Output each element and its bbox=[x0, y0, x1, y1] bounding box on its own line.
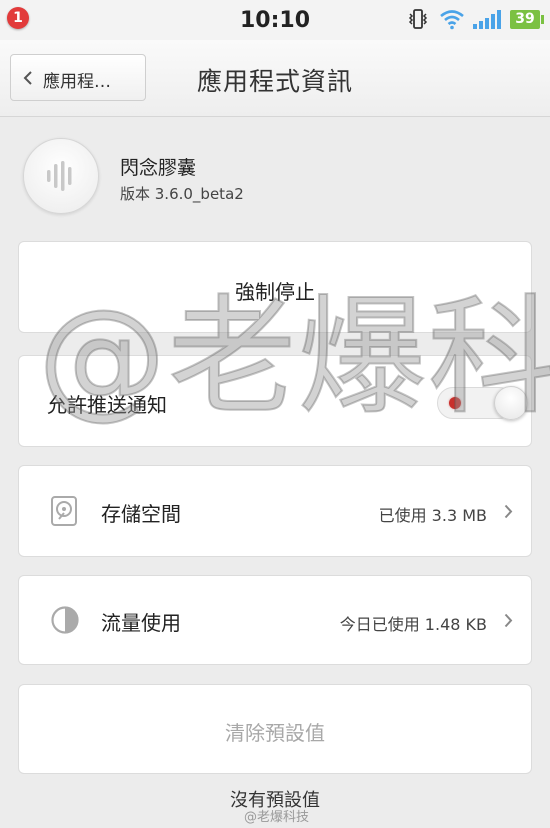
watermark-small: @老爆科技 bbox=[244, 810, 310, 825]
data-usage-row[interactable]: 流量使用 今日已使用 1.48 KB bbox=[18, 575, 532, 665]
storage-value: 已使用 3.3 MB bbox=[378, 506, 487, 525]
signal-icon bbox=[473, 10, 501, 29]
status-clock: 10:10 bbox=[239, 8, 311, 33]
vibrate-icon bbox=[408, 9, 428, 29]
data-usage-value: 今日已使用 1.48 KB bbox=[339, 615, 487, 634]
app-version: 版本 3.6.0_beta2 bbox=[120, 185, 244, 203]
page-title: 應用程式資訊 bbox=[196, 67, 353, 96]
status-bar: 1 10:10 39 bbox=[0, 0, 550, 40]
clear-defaults-button: 清除預設值 bbox=[18, 684, 532, 774]
storage-label: 存儲空間 bbox=[101, 502, 181, 526]
app-name: 閃念膠囊 bbox=[120, 157, 197, 179]
watermark-large: @老爆科技 bbox=[37, 283, 550, 432]
battery-icon: 39 bbox=[510, 10, 544, 29]
storage-icon bbox=[51, 496, 77, 526]
wifi-icon bbox=[440, 10, 464, 30]
chevron-right-icon bbox=[504, 504, 513, 519]
storage-row[interactable]: 存儲空間 已使用 3.3 MB bbox=[18, 465, 532, 557]
clear-defaults-label: 清除預設值 bbox=[225, 721, 325, 745]
app-icon bbox=[23, 138, 99, 214]
title-bar: 應用程… 應用程式資訊 bbox=[0, 40, 550, 117]
data-usage-label: 流量使用 bbox=[101, 611, 181, 635]
chevron-right-icon bbox=[504, 613, 513, 628]
pie-chart-icon bbox=[51, 606, 79, 634]
waveform-icon bbox=[47, 161, 72, 191]
